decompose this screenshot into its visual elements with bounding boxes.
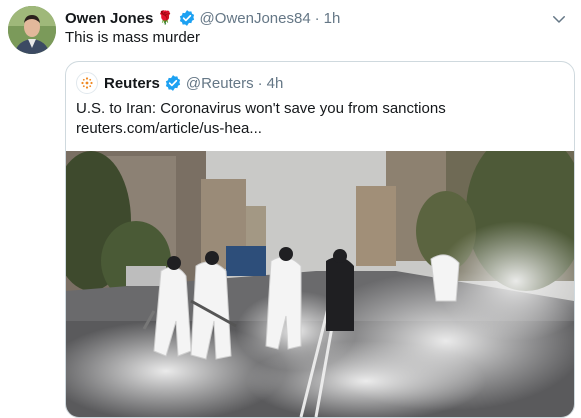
separator-dot: · xyxy=(314,9,320,27)
quote-link[interactable]: reuters.com/article/us-hea... xyxy=(76,119,446,139)
quoted-tweet-card[interactable]: Reuters @Reuters · 4h U.S. to Iran: Coro… xyxy=(65,61,575,418)
author-name[interactable]: Owen Jones xyxy=(65,10,153,27)
quote-timestamp[interactable]: 4h xyxy=(267,75,284,92)
tweet-text: This is mass murder xyxy=(65,29,201,46)
chevron-down-icon[interactable] xyxy=(550,10,568,28)
reuters-logo-icon[interactable] xyxy=(76,72,98,94)
quote-headline: U.S. to Iran: Coronavirus won't save you… xyxy=(76,100,446,117)
quote-header: Reuters @Reuters · 4h xyxy=(76,72,283,94)
quote-author-name[interactable]: Reuters xyxy=(104,75,160,92)
avatar[interactable] xyxy=(8,6,56,54)
tweet-timestamp[interactable]: 1h xyxy=(324,10,341,27)
verified-badge-icon xyxy=(179,10,194,26)
tweet-header: Owen Jones 🌹 @OwenJones84 · 1h xyxy=(65,8,340,28)
verified-badge-icon xyxy=(165,75,180,91)
quote-photo[interactable] xyxy=(66,151,574,417)
avatar-photo xyxy=(8,6,56,54)
rose-emoji: 🌹 xyxy=(157,10,174,25)
quote-author-handle[interactable]: @Reuters xyxy=(186,75,254,92)
author-handle[interactable]: @OwenJones84 xyxy=(200,10,311,27)
quote-body: U.S. to Iran: Coronavirus won't save you… xyxy=(76,99,446,139)
separator-dot: · xyxy=(257,74,263,92)
